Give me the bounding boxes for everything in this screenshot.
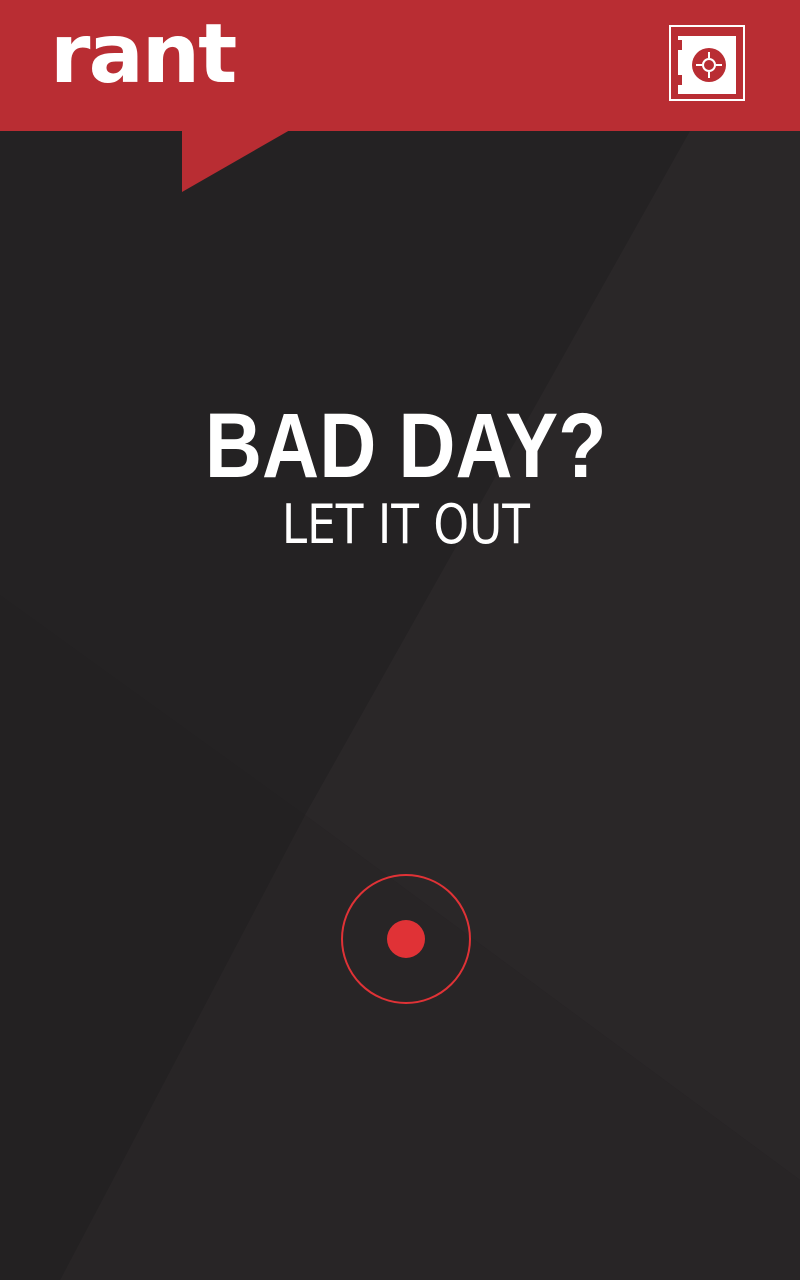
hero-message: BAD DAY? LET IT OUT [0, 398, 800, 556]
vault-button[interactable] [669, 25, 745, 101]
record-icon [341, 874, 471, 1004]
app-logo: rant [50, 7, 237, 102]
record-button[interactable] [340, 873, 472, 1005]
app-screen: rant BAD DAY? LET IT OUT [0, 0, 800, 1280]
subheadline: LET IT OUT [281, 493, 531, 556]
safe-icon [678, 36, 736, 94]
headline: BAD DAY? [204, 395, 607, 497]
